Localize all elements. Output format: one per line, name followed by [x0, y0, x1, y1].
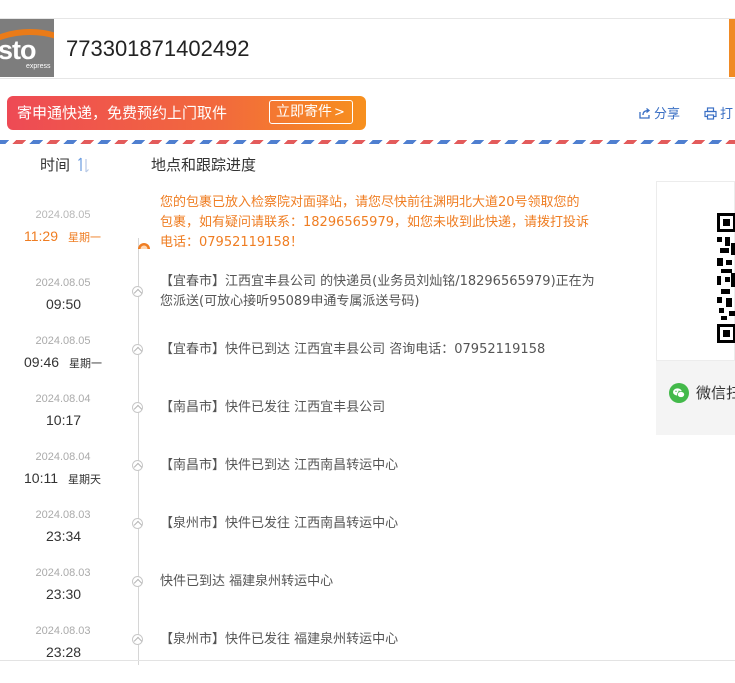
- event-time: 23:34: [46, 527, 81, 545]
- logo-subtext: express: [26, 63, 51, 70]
- event-date: 2024.08.03: [35, 567, 91, 579]
- sort-icon[interactable]: [77, 156, 91, 174]
- timeline-dot-icon: [132, 460, 143, 471]
- timeline-dot-icon: [132, 402, 143, 413]
- event-time-value: 10:17: [46, 412, 82, 428]
- event-time-value: 23:34: [46, 528, 82, 544]
- event-time-value: 10:11: [24, 470, 58, 486]
- header-accent-bar: [729, 19, 735, 77]
- airmail-stripe: [0, 140, 735, 144]
- event-description: 【宜春市】快件已到达 江西宜丰县公司 咨询电话：07952119158: [160, 342, 546, 357]
- logo-text: sto: [0, 35, 36, 65]
- timeline-dot-icon: [132, 344, 143, 355]
- event-date: 2024.08.05: [35, 209, 91, 221]
- header-top-border: [0, 18, 735, 19]
- sto-logo: sto express: [0, 19, 54, 77]
- event-time: 23:28: [46, 643, 81, 661]
- wechat-scan-label: 微信扫: [696, 384, 735, 402]
- tracking-event: 2024.08.04 10:17 【南昌市】快件已发往 江西宜丰县公司: [0, 393, 650, 451]
- event-date: 2024.08.05: [35, 335, 91, 347]
- chevron-right-icon: >: [334, 105, 345, 120]
- promo-banner[interactable]: 寄申通快递，免费预约上门取件 立即寄件 >: [7, 96, 366, 130]
- event-time: 23:30: [46, 585, 81, 603]
- qr-panel: 微信扫: [656, 181, 735, 435]
- event-time: 10:17: [46, 411, 81, 429]
- tracking-event: 2024.08.05 09:46 星期一 【宜春市】快件已到达 江西宜丰县公司 咨询电…: [0, 335, 650, 393]
- event-description: 【泉州市】快件已发往 江西南昌转运中心: [160, 516, 399, 531]
- bottom-border: [0, 660, 735, 661]
- event-weekday: 星期一: [69, 358, 103, 370]
- timeline-dot-icon: [132, 286, 143, 297]
- send-now-button[interactable]: 立即寄件 >: [269, 100, 353, 124]
- event-time: 09:46 星期一: [24, 353, 102, 373]
- column-header-time: 时间: [40, 156, 71, 174]
- event-time-value: 23:30: [46, 586, 82, 602]
- event-time-value: 11:29: [24, 228, 58, 244]
- event-date: 2024.08.03: [35, 625, 91, 637]
- timeline-dot-icon: [132, 634, 143, 645]
- event-description: 【宜春市】江西宜丰县公司 的快递员(业务员刘灿铭/18296565979)正在为…: [160, 274, 595, 309]
- timeline-dot-icon: [132, 518, 143, 529]
- send-now-label: 立即寄件: [276, 104, 332, 120]
- tracking-event: 2024.08.04 10:11 星期天 【南昌市】快件已到达 江西南昌转运中心: [0, 451, 650, 509]
- event-time-value: 09:50: [46, 296, 82, 312]
- tracking-event: 2024.08.05 09:50 【宜春市】江西宜丰县公司 的快递员(业务员刘灿铭/…: [0, 274, 650, 335]
- event-description: 【泉州市】快件已发往 福建泉州转运中心: [160, 632, 399, 647]
- print-button[interactable]: 打: [704, 107, 733, 123]
- event-time: 10:11 星期天: [24, 469, 101, 489]
- share-label: 分享: [654, 107, 681, 122]
- event-date: 2024.08.05: [35, 277, 91, 289]
- active-dot-icon: [138, 234, 150, 249]
- tracking-event: 2024.08.03 23:34 【泉州市】快件已发往 江西南昌转运中心: [0, 509, 650, 567]
- tracking-event: 2024.08.05 11:29 星期一 您的包裹已放入检察院对面驿站，请您尽快前往渊…: [0, 195, 650, 264]
- promo-text: 寄申通快递，免费预约上门取件: [17, 104, 228, 122]
- qr-code-box: [656, 181, 735, 361]
- column-header-place: 地点和跟踪进度: [151, 156, 257, 174]
- event-time: 11:29 星期一: [24, 227, 101, 247]
- tracking-event: 2024.08.03 23:28 【泉州市】快件已发往 福建泉州转运中心: [0, 625, 650, 683]
- event-weekday: 星期一: [68, 232, 101, 244]
- qr-code: [717, 213, 735, 343]
- share-icon: [639, 107, 651, 119]
- print-label: 打: [720, 107, 734, 122]
- event-time-value: 23:28: [46, 644, 82, 660]
- tracking-event: 2024.08.03 23:30 快件已到达 福建泉州转运中心: [0, 567, 650, 625]
- wechat-icon: [669, 383, 689, 403]
- event-time: 09:50: [46, 295, 81, 313]
- header-bottom-border: [0, 78, 735, 79]
- print-icon: [704, 107, 717, 120]
- event-weekday: 星期天: [68, 474, 101, 486]
- tracking-number[interactable]: 773301871402492: [66, 36, 250, 62]
- share-button[interactable]: 分享: [638, 107, 680, 123]
- event-date: 2024.08.04: [35, 393, 91, 405]
- event-description: 快件已到达 福建泉州转运中心: [160, 574, 334, 589]
- event-description: 【南昌市】快件已到达 江西南昌转运中心: [160, 458, 399, 473]
- event-description: 您的包裹已放入检察院对面驿站，请您尽快前往渊明北大道20号领取您的包裹，如有疑问…: [160, 195, 589, 250]
- event-description: 【南昌市】快件已发往 江西宜丰县公司: [160, 400, 386, 415]
- timeline-dot-icon: [132, 576, 143, 587]
- event-time-value: 09:46: [24, 354, 60, 370]
- event-date: 2024.08.04: [35, 451, 91, 463]
- event-date: 2024.08.03: [35, 509, 91, 521]
